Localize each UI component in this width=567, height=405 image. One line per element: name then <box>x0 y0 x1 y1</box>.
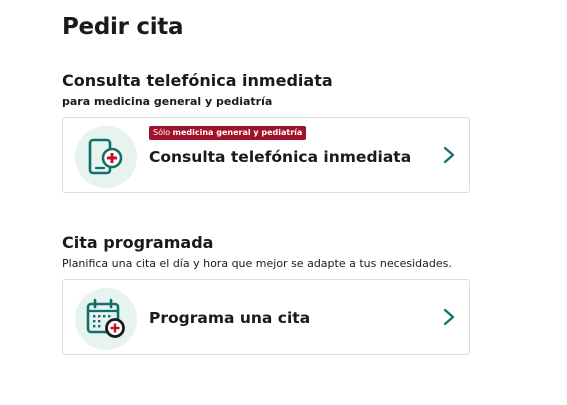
page-title: Pedir cita <box>62 14 184 40</box>
badge-specialties: medicina general y pediatría <box>172 128 303 137</box>
immediate-section-subtitle: para medicina general y pediatría <box>62 95 273 108</box>
scheduled-section-title: Cita programada <box>62 233 214 252</box>
schedule-appointment-card[interactable]: Programa una cita <box>62 279 470 355</box>
phone-medical-icon <box>75 126 137 188</box>
calendar-medical-icon <box>75 288 137 350</box>
chevron-right-icon <box>443 308 455 326</box>
immediate-section-title: Consulta telefónica inmediata <box>62 71 333 90</box>
immediate-consultation-label: Consulta telefónica inmediata <box>149 148 412 166</box>
schedule-appointment-label: Programa una cita <box>149 309 311 327</box>
immediate-consultation-card[interactable]: Sólo medicina general y pediatría Consul… <box>62 117 470 193</box>
badge-prefix: Sólo <box>153 128 173 137</box>
restriction-badge: Sólo medicina general y pediatría <box>149 126 307 140</box>
chevron-right-icon <box>443 146 455 164</box>
scheduled-section-subtitle: Planifica una cita el día y hora que mej… <box>62 257 452 270</box>
